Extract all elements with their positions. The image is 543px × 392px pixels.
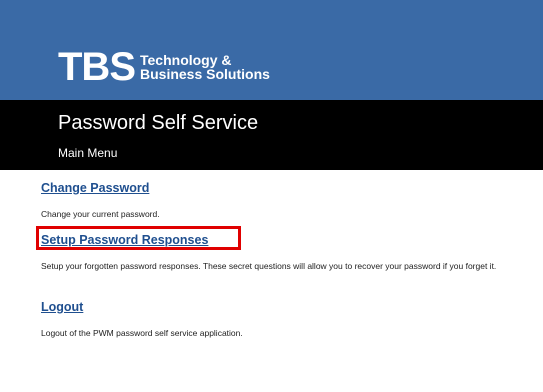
change-password-description: Change your current password. [41, 209, 160, 219]
company-logo: TBS Technology & Business Solutions [58, 45, 270, 89]
logo-text: Technology & Business Solutions [140, 53, 270, 81]
change-password-link[interactable]: Change Password [41, 180, 149, 196]
brand-header: TBS Technology & Business Solutions [0, 0, 543, 100]
logo-text-line1: Technology & [140, 52, 232, 68]
setup-password-responses-description: Setup your forgotten password responses.… [41, 261, 497, 271]
logout-description: Logout of the PWM password self service … [41, 328, 243, 338]
highlight-box [36, 226, 241, 250]
page-subtitle: Main Menu [58, 146, 118, 160]
logout-link[interactable]: Logout [41, 299, 83, 315]
logo-mark: TBS [58, 45, 136, 89]
logo-text-line2: Business Solutions [140, 66, 270, 82]
app-title: Password Self Service [58, 112, 259, 134]
